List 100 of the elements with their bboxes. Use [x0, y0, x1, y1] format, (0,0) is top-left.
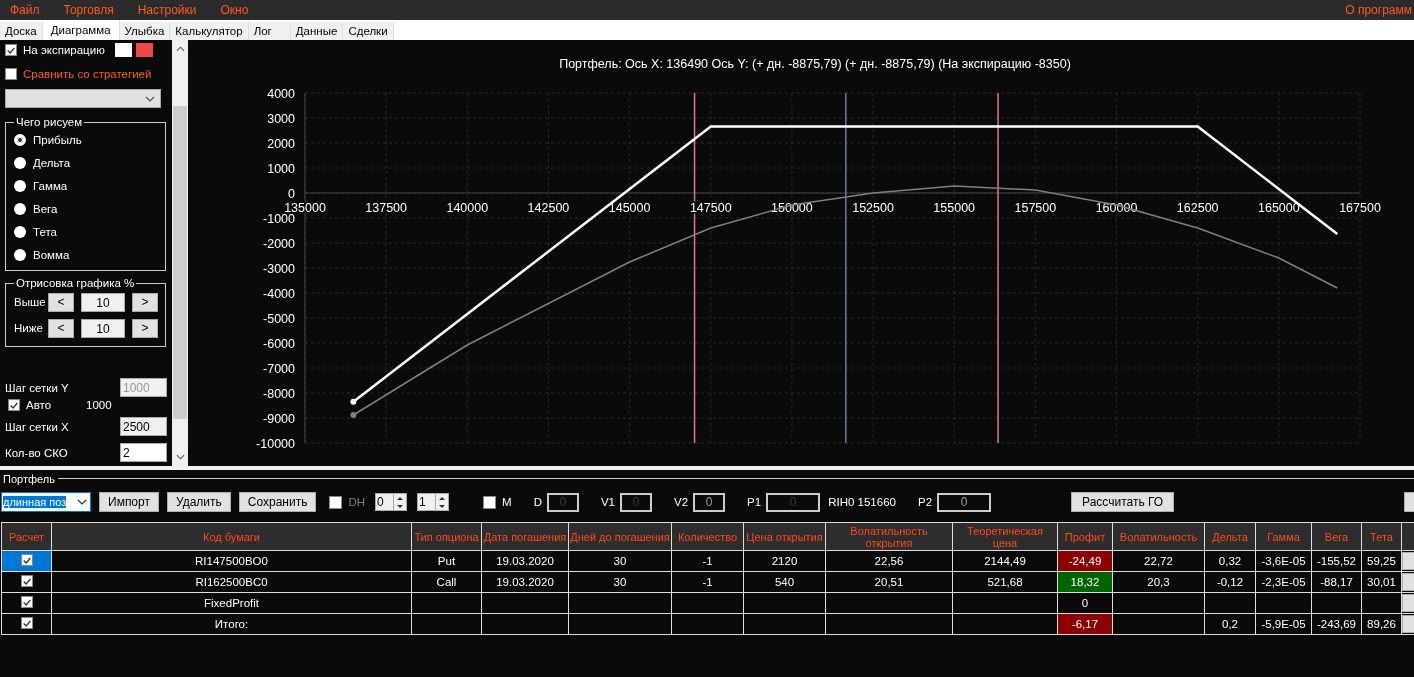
axis-label: 0	[288, 187, 295, 201]
color-swatch[interactable]	[114, 43, 132, 57]
radio-label: Тета	[33, 225, 57, 238]
column-header[interactable]: Расчет	[1, 522, 52, 551]
decrease-button[interactable]: <	[48, 292, 74, 312]
column-header[interactable]: Дельта	[1204, 522, 1256, 551]
axis-label: -5000	[263, 312, 295, 326]
axis-label: 135000	[284, 201, 326, 215]
tab[interactable]: Сделки	[343, 22, 394, 40]
field-label: Выше	[14, 296, 47, 308]
checkbox-label: Авто	[26, 399, 53, 411]
tab[interactable]: Доска	[0, 22, 43, 40]
menu-item[interactable]: О программ	[1345, 3, 1412, 17]
radio-button[interactable]	[14, 179, 26, 192]
menu-item[interactable]: Окно	[220, 3, 249, 17]
value-text: 1000	[86, 399, 112, 411]
scroll-thumb[interactable]	[173, 106, 187, 419]
checkbox[interactable]	[20, 575, 33, 588]
checkbox[interactable]	[329, 495, 343, 509]
column-header[interactable]: Код бумаги	[51, 522, 412, 551]
input-field[interactable]: 2500	[120, 417, 167, 436]
number-spinner[interactable]: 1	[417, 493, 450, 511]
table-cell: RI162500BC0	[51, 571, 412, 593]
checkbox-label: Сравнить со стратегией	[23, 68, 152, 80]
field-label: V1	[600, 496, 616, 508]
field-label: Шаг сетки X	[5, 420, 69, 433]
tab[interactable]: Данные	[290, 22, 344, 40]
tab[interactable]: Улыбка	[119, 22, 171, 40]
checkbox[interactable]	[20, 596, 33, 609]
radio-button[interactable]	[14, 202, 26, 215]
calculate-button[interactable]: Рассчитать ГО	[1071, 492, 1175, 512]
checkbox[interactable]	[5, 68, 17, 80]
checkbox[interactable]	[483, 495, 497, 509]
checkbox-label: На экспирацию	[23, 44, 105, 56]
scroll-down-icon[interactable]	[175, 454, 185, 460]
column-header[interactable]: Вега	[1311, 522, 1362, 551]
value-field[interactable]: 10	[81, 292, 125, 312]
menu-item[interactable]: Файл	[10, 3, 40, 17]
increase-button[interactable]: >	[132, 292, 158, 312]
menu-item[interactable]: Торговля	[63, 3, 114, 17]
column-header[interactable]: Количество	[671, 522, 744, 551]
group-title: Отрисовка графика %	[15, 277, 136, 289]
radio-button[interactable]	[14, 133, 26, 146]
radio-label: Вега	[33, 202, 58, 215]
axis-label: -2000	[263, 237, 295, 251]
axis-label: 167500	[1339, 201, 1381, 215]
column-header[interactable]: Дней до погашения	[568, 522, 672, 551]
checkbox[interactable]	[8, 399, 20, 411]
table-cell[interactable]	[1, 592, 52, 614]
toolbar-button[interactable]: Импорт	[99, 492, 159, 512]
axis-label: 142500	[527, 201, 570, 215]
input-field[interactable]: 0	[937, 492, 992, 512]
column-header[interactable]: Дата погашения	[481, 522, 569, 551]
instrument-price: RIH0 151660	[828, 496, 896, 508]
field-label: V2	[674, 496, 689, 508]
axis-label: 165000	[1258, 201, 1300, 215]
axis-label: 137500	[365, 201, 407, 215]
column-header[interactable]: Гамма	[1255, 522, 1312, 551]
radio-button[interactable]	[14, 156, 26, 169]
axis-label: -10000	[256, 437, 295, 451]
increase-button[interactable]: >	[132, 318, 158, 338]
axis-label: 155000	[933, 201, 976, 215]
decrease-button[interactable]: <	[48, 318, 74, 338]
column-header[interactable]: Тета	[1361, 522, 1402, 551]
scroll-up-icon[interactable]	[175, 46, 185, 52]
field-label: P2	[917, 496, 933, 508]
toolbar-button[interactable]: Удалить	[166, 492, 231, 512]
tab[interactable]: Калькулятор	[170, 22, 249, 40]
column-header[interactable]: Тип опциона	[411, 522, 482, 551]
column-header[interactable]: Цена открытия	[743, 522, 826, 551]
value-field[interactable]: 10	[81, 318, 125, 338]
column-header[interactable]: Профит	[1057, 522, 1113, 551]
tab[interactable]: Лог	[248, 22, 291, 40]
axis-label: 2000	[267, 137, 295, 151]
radio-button[interactable]	[14, 225, 26, 238]
chart-title: Портфель: Ось X: 136490 Ось Y: (+ дн. -8875,79) (+ дн. -8875,79) (На экспирацию -8350)	[559, 57, 1071, 71]
checkbox[interactable]	[20, 617, 33, 630]
strategy-dropdown[interactable]: длинная поз	[1, 492, 91, 512]
table-cell: FixedProfit	[51, 592, 412, 614]
table-cell[interactable]	[1, 550, 52, 572]
checkbox[interactable]	[20, 554, 33, 567]
input-field[interactable]: 0	[693, 492, 726, 512]
table-cell[interactable]	[1, 571, 52, 593]
column-header[interactable]: Волатильность открытия	[825, 522, 953, 551]
checkbox[interactable]	[5, 44, 17, 56]
menu-item[interactable]: Настройки	[137, 3, 197, 17]
axis-label: -1000	[263, 212, 295, 226]
column-header[interactable]: Волатильность	[1112, 522, 1205, 551]
table-cell[interactable]	[1, 613, 52, 635]
axis-label: 157500	[1014, 201, 1057, 215]
field-label: D	[533, 496, 542, 508]
radio-button[interactable]	[14, 248, 26, 261]
input-field[interactable]: 2	[120, 443, 167, 462]
axis-label: -6000	[263, 337, 295, 351]
color-swatch[interactable]	[135, 43, 153, 57]
radio-label: Прибыль	[33, 133, 82, 146]
number-spinner[interactable]: 0	[375, 493, 408, 511]
column-header[interactable]: Теоретическая цена	[952, 522, 1058, 551]
toolbar-button[interactable]: Сохранить	[238, 492, 317, 512]
radio-label: Гамма	[33, 179, 68, 192]
